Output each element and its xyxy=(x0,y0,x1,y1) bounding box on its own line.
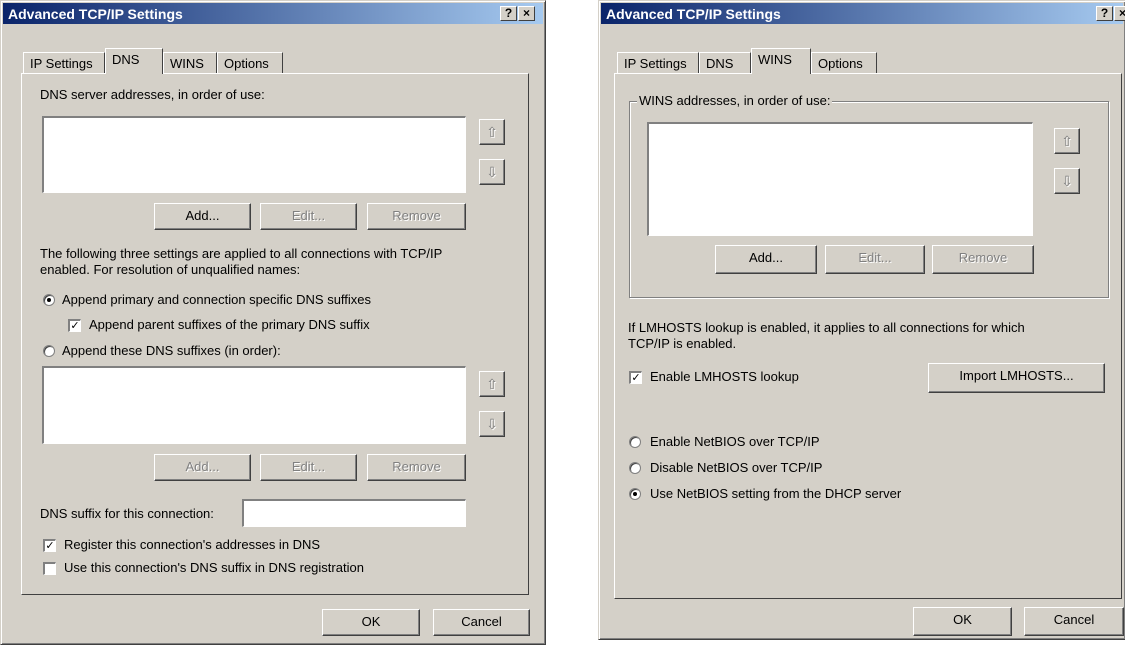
wins-addresses-label: WINS addresses, in order of use: xyxy=(637,93,833,108)
tab-wins[interactable]: WINS xyxy=(163,52,217,74)
move-up-button: ⇧ xyxy=(1054,128,1080,154)
down-arrow-icon: ⇩ xyxy=(1061,173,1073,189)
title-bar: Advanced TCP/IP Settings ? × xyxy=(3,3,543,24)
enable-netbios-label: Enable NetBIOS over TCP/IP xyxy=(650,434,820,449)
dns-suffix-list[interactable] xyxy=(42,366,466,444)
wins-tab-panel: WINS addresses, in order of use: ⇧ ⇩ Add… xyxy=(614,73,1122,599)
dns-suffix-input[interactable] xyxy=(242,499,466,527)
append-parent-checkbox[interactable]: ✓ xyxy=(68,319,81,332)
wins-settings-window: Advanced TCP/IP Settings ? × IP Settings… xyxy=(598,0,1125,640)
move-up-button: ⇧ xyxy=(479,119,505,145)
window-title: Advanced TCP/IP Settings xyxy=(606,6,781,22)
tab-options[interactable]: Options xyxy=(217,52,283,74)
add-wins-button[interactable]: Add... xyxy=(715,245,817,274)
use-suffix-registration-label: Use this connection's DNS suffix in DNS … xyxy=(64,560,364,575)
cancel-button[interactable]: Cancel xyxy=(433,609,530,636)
help-button[interactable]: ? xyxy=(500,6,517,21)
window-title: Advanced TCP/IP Settings xyxy=(8,6,183,22)
disable-netbios-radio[interactable] xyxy=(629,462,641,474)
lmhosts-description: If LMHOSTS lookup is enabled, it applies… xyxy=(628,320,1025,335)
use-suffix-registration-checkbox[interactable] xyxy=(43,562,56,575)
down-arrow-icon: ⇩ xyxy=(486,164,498,180)
move-down-button: ⇩ xyxy=(1054,168,1080,194)
enable-lmhosts-checkbox[interactable]: ✓ xyxy=(629,371,642,384)
dhcp-netbios-radio[interactable] xyxy=(629,488,641,500)
up-arrow-icon: ⇧ xyxy=(1061,133,1073,149)
register-addresses-checkbox[interactable]: ✓ xyxy=(43,539,56,552)
append-these-radio[interactable] xyxy=(43,345,55,357)
tab-dns[interactable]: DNS xyxy=(105,48,163,74)
tab-options[interactable]: Options xyxy=(811,52,877,74)
remove-suffix-button: Remove xyxy=(367,454,466,481)
dns-suffix-label: DNS suffix for this connection: xyxy=(40,506,214,521)
tab-dns[interactable]: DNS xyxy=(699,52,751,74)
resolution-description-line2: enabled. For resolution of unqualified n… xyxy=(40,262,301,277)
tab-ip-settings[interactable]: IP Settings xyxy=(23,52,105,74)
close-button[interactable]: × xyxy=(518,6,535,21)
dns-server-label: DNS server addresses, in order of use: xyxy=(40,87,265,102)
dns-server-list[interactable] xyxy=(42,116,466,193)
up-arrow-icon: ⇧ xyxy=(486,376,498,392)
lmhosts-description-line2: TCP/IP is enabled. xyxy=(628,336,737,351)
append-primary-radio[interactable] xyxy=(43,294,55,306)
register-addresses-label: Register this connection's addresses in … xyxy=(64,537,321,552)
edit-suffix-button: Edit... xyxy=(260,454,357,481)
suffix-move-up-button: ⇧ xyxy=(479,371,505,397)
dns-tab-panel: DNS server addresses, in order of use: ⇧… xyxy=(21,73,529,595)
cancel-button[interactable]: Cancel xyxy=(1024,607,1124,636)
add-suffix-button: Add... xyxy=(154,454,251,481)
title-bar: Advanced TCP/IP Settings ? × xyxy=(601,3,1125,24)
append-these-label: Append these DNS suffixes (in order): xyxy=(62,343,281,358)
help-button[interactable]: ? xyxy=(1096,6,1113,21)
edit-wins-button: Edit... xyxy=(825,245,925,274)
tab-ip-settings[interactable]: IP Settings xyxy=(617,52,699,74)
tab-wins[interactable]: WINS xyxy=(751,48,811,74)
disable-netbios-label: Disable NetBIOS over TCP/IP xyxy=(650,460,823,475)
down-arrow-icon: ⇩ xyxy=(486,416,498,432)
enable-netbios-radio[interactable] xyxy=(629,436,641,448)
resolution-description: The following three settings are applied… xyxy=(40,246,443,261)
move-down-button: ⇩ xyxy=(479,159,505,185)
wins-address-list[interactable] xyxy=(647,122,1033,236)
up-arrow-icon: ⇧ xyxy=(486,124,498,140)
suffix-move-down-button: ⇩ xyxy=(479,411,505,437)
dhcp-netbios-label: Use NetBIOS setting from the DHCP server xyxy=(650,486,902,501)
ok-button[interactable]: OK xyxy=(322,609,420,636)
close-button[interactable]: × xyxy=(1114,6,1125,21)
edit-dns-server-button: Edit... xyxy=(260,203,357,230)
ok-button[interactable]: OK xyxy=(913,607,1012,636)
dns-settings-window: Advanced TCP/IP Settings ? × IP Settings… xyxy=(0,0,546,645)
enable-lmhosts-label: Enable LMHOSTS lookup xyxy=(650,369,799,384)
remove-dns-server-button: Remove xyxy=(367,203,466,230)
add-dns-server-button[interactable]: Add... xyxy=(154,203,251,230)
import-lmhosts-button[interactable]: Import LMHOSTS... xyxy=(928,363,1105,393)
append-parent-label: Append parent suffixes of the primary DN… xyxy=(89,317,370,332)
append-primary-label: Append primary and connection specific D… xyxy=(62,292,372,307)
remove-wins-button: Remove xyxy=(932,245,1034,274)
